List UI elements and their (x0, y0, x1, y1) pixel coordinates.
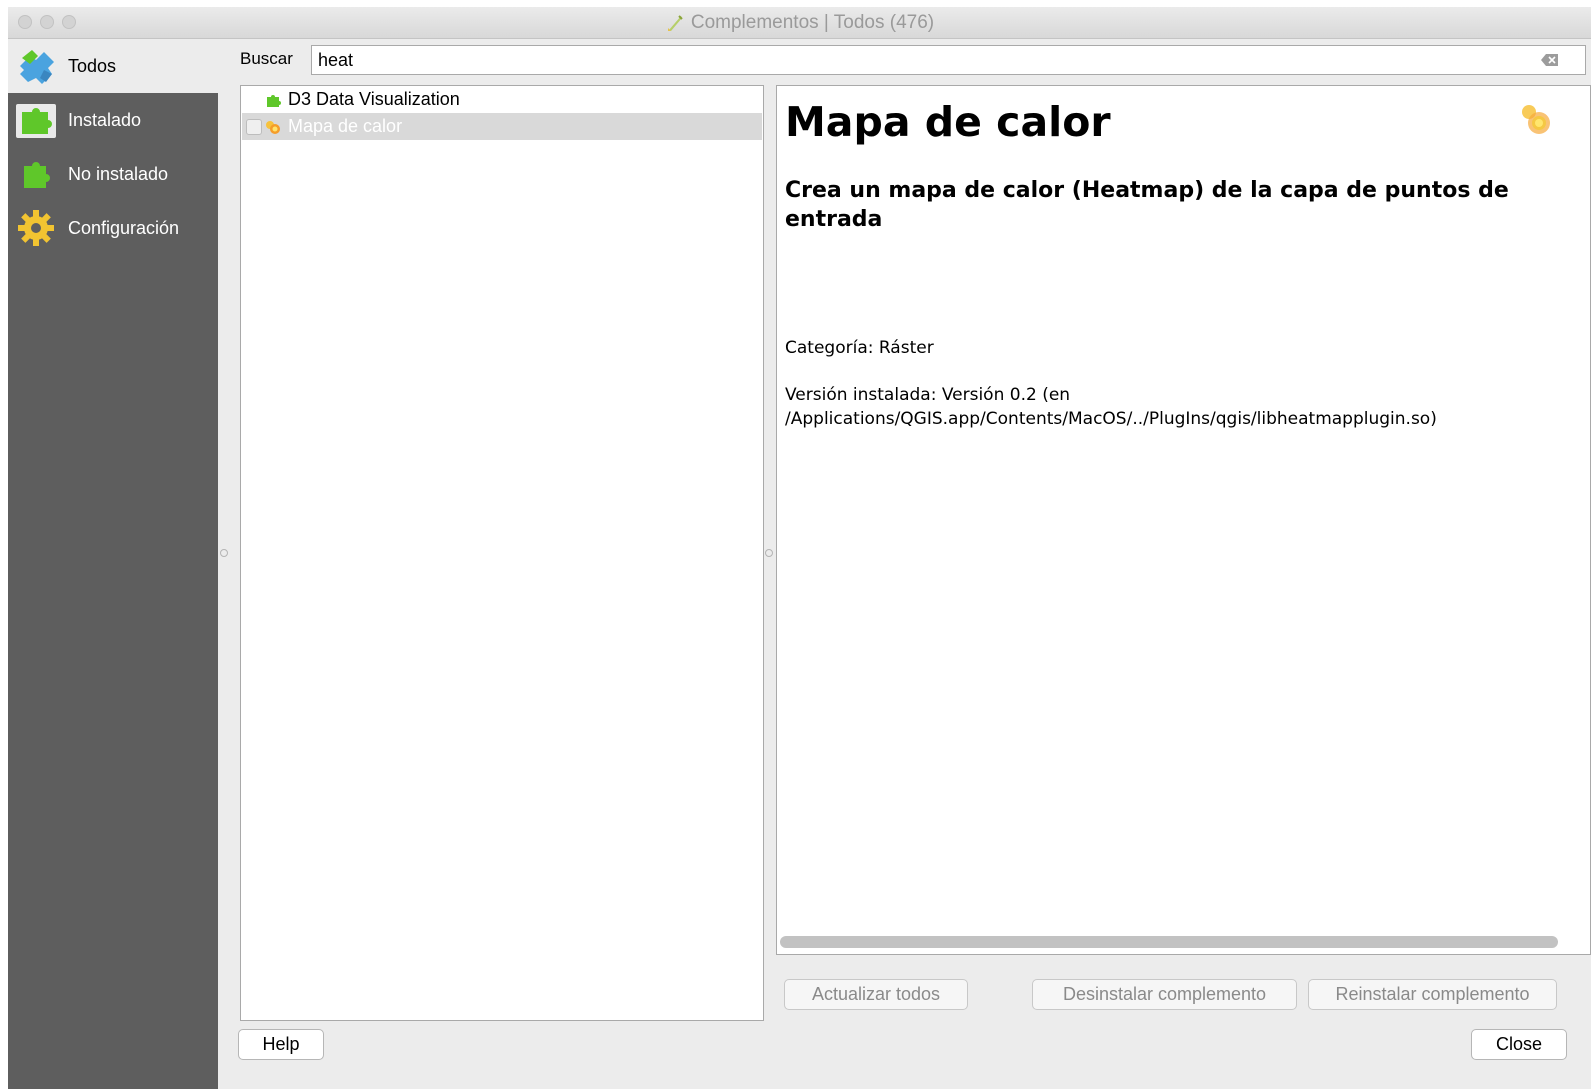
plugin-version-line1: Versión instalada: Versión 0.2 (en (785, 385, 1071, 405)
uninstall-plugin-button[interactable]: Desinstalar complemento (1032, 979, 1297, 1010)
plugin-list: D3 Data Visualization Mapa de calor (240, 85, 764, 1021)
window-title: Complementos | Todos (476) (690, 12, 935, 33)
search-input[interactable] (311, 45, 1586, 75)
window-title-wrap: Complementos | Todos (476) (8, 7, 1591, 39)
upgrade-all-button[interactable]: Actualizar todos (784, 979, 968, 1010)
list-splitter-handle[interactable] (765, 549, 773, 557)
sidebar-item-todos[interactable]: Todos (8, 39, 218, 93)
plugin-details-panel: Mapa de calor Crea un mapa de calor (Hea… (776, 85, 1591, 955)
plugin-name: D3 Data Visualization (288, 89, 460, 109)
plugin-enabled-checkbox[interactable] (246, 118, 262, 135)
title-bar: Complementos | Todos (476) (8, 7, 1591, 39)
sidebar-item-label: No instalado (68, 163, 169, 184)
reinstall-plugin-button[interactable]: Reinstalar complemento (1308, 979, 1557, 1010)
sidebar-item-label: Configuración (68, 217, 180, 238)
search-label: Buscar (240, 49, 293, 68)
list-item[interactable]: Mapa de calor (242, 113, 762, 140)
puzzle-installed-icon (14, 98, 58, 142)
sidebar: Todos Instalado No instalado Configuraci… (8, 39, 218, 1089)
horizontal-scrollbar[interactable] (780, 936, 1558, 948)
sidebar-item-no-instalado[interactable]: No instalado (8, 147, 218, 201)
plugin-title: Mapa de calor (785, 98, 1111, 146)
close-button[interactable]: Close (1471, 1029, 1567, 1060)
sidebar-item-label: Todos (68, 55, 117, 76)
plugin-version-line2: /Applications/QGIS.app/Contents/MacOS/..… (785, 409, 1437, 429)
sidebar-item-instalado[interactable]: Instalado (8, 93, 218, 147)
qgis-plugin-icon (667, 15, 683, 31)
plugins-window: Complementos | Todos (476) Todos Instala… (8, 7, 1591, 1089)
plugin-name: Mapa de calor (288, 116, 403, 136)
help-button[interactable]: Help (238, 1029, 324, 1060)
heatmap-icon (1522, 105, 1550, 134)
puzzle-all-icon (14, 44, 58, 88)
plugin-description: Crea un mapa de calor (Heatmap) de la ca… (785, 178, 1509, 232)
heatmap-icon (266, 120, 280, 134)
puzzle-not-installed-icon (14, 152, 58, 196)
sidebar-item-label: Instalado (68, 109, 142, 130)
sidebar-splitter-handle[interactable] (220, 549, 228, 557)
list-item[interactable]: D3 Data Visualization (242, 86, 762, 113)
gear-icon (14, 206, 58, 250)
puzzle-icon (267, 94, 281, 107)
plugin-category: Categoría: Ráster (785, 338, 934, 358)
clear-search-icon[interactable] (1541, 53, 1559, 67)
sidebar-item-configuracion[interactable]: Configuración (8, 201, 218, 255)
